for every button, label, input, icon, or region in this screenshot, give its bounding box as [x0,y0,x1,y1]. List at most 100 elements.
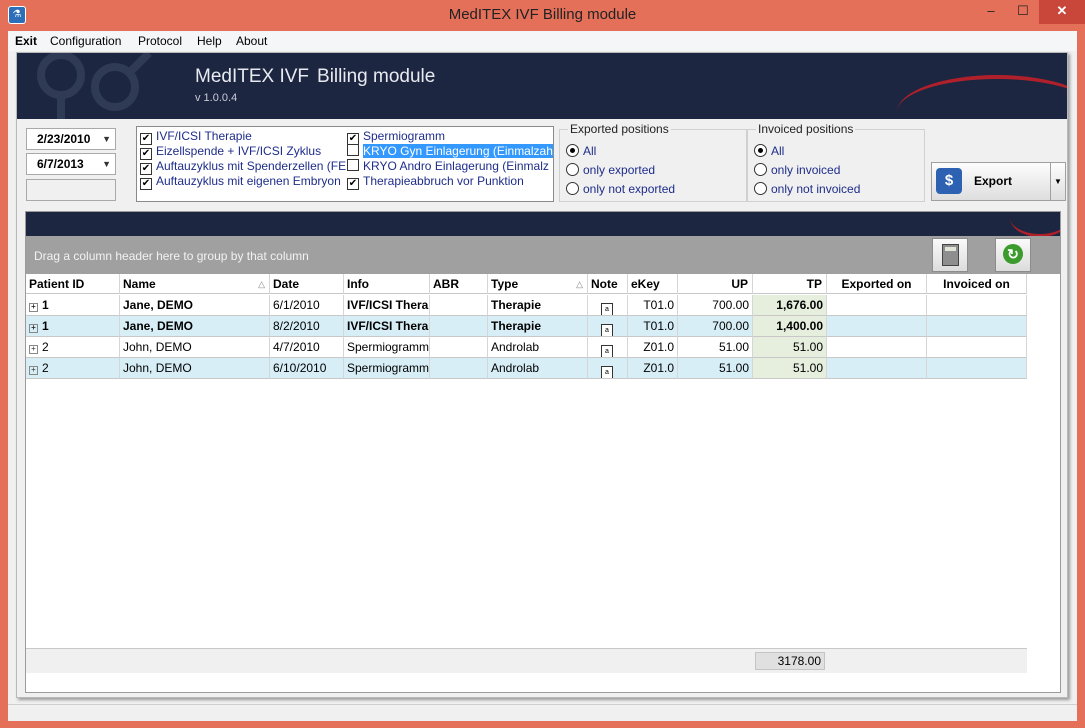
note-icon[interactable]: a [601,303,613,315]
cell-ekey: T01.0 [628,295,678,316]
date-from-picker[interactable]: 2/23/2010 ▼ [26,128,116,150]
menu-about[interactable]: About [236,34,267,48]
menu-help[interactable]: Help [197,34,222,48]
cell-abr [430,295,488,316]
col-header-tp[interactable]: TP [753,274,827,294]
cell-exported-on [827,316,927,337]
cell-name: John, DEMO [120,337,270,358]
menu-configuration[interactable]: Configuration [50,34,121,48]
radio-exported-all[interactable]: All [566,144,596,158]
radio-icon[interactable] [754,182,767,195]
radio-label: only not exported [583,182,676,196]
note-icon[interactable]: a [601,324,613,336]
expand-icon[interactable]: + [29,324,38,333]
radio-only-not-invoiced[interactable]: only not invoiced [754,182,860,196]
cell-ekey: Z01.0 [628,358,678,379]
radio-icon[interactable] [754,163,767,176]
table-row[interactable]: +2 John, DEMO 6/10/2010 Spermiogramm And… [26,358,1027,379]
tp-total: 3178.00 [755,652,825,670]
checkbox-label: IVF/ICSI Therapie [156,129,252,143]
close-button[interactable]: ✕ [1039,0,1085,24]
cell-info: IVF/ICSI Therapie [344,316,430,337]
export-button[interactable]: $ Export [931,162,1051,201]
col-header-name-label: Name [123,277,156,291]
col-header-note[interactable]: Note [588,274,628,294]
checkbox-label: KRYO Andro Einlagerung (Einmalz [363,159,549,173]
cell-name: Jane, DEMO [120,316,270,337]
table-row[interactable]: +2 John, DEMO 4/7/2010 Spermiogramm Andr… [26,337,1027,358]
checkbox-label: Auftauzyklus mit eigenen Embryon [156,174,341,188]
radio-selected-icon[interactable] [754,144,767,157]
cell-invoiced-on [927,337,1027,358]
radio-selected-icon[interactable] [566,144,579,157]
expand-icon[interactable]: + [29,345,38,354]
menu-exit[interactable]: Exit [15,34,37,48]
cell-up: 51.00 [678,337,753,358]
col-header-up[interactable]: UP [678,274,753,294]
checkbox-check-icon[interactable]: ✔ [347,178,359,190]
col-header-name[interactable]: Name △ [120,274,270,294]
checkbox-ivf-icsi-therapie[interactable]: ✔ IVF/ICSI Therapie [140,129,346,145]
radio-only-invoiced[interactable]: only invoiced [754,163,840,177]
cell-up: 700.00 [678,316,753,337]
minimize-button[interactable]: – [975,0,1007,24]
checkbox-auftauzyklus-spender[interactable]: ✔ Auftauzyklus mit Spenderzellen (FE [140,159,346,175]
col-header-patient-id[interactable]: Patient ID [26,274,120,294]
col-header-date[interactable]: Date [270,274,344,294]
status-strip [8,704,1077,721]
radio-only-exported[interactable]: only exported [566,163,655,177]
note-icon[interactable]: a [601,345,613,357]
window-title: MedITEX IVF Billing module [448,6,637,23]
radio-only-not-exported[interactable]: only not exported [566,182,675,196]
gender-symbols-logo [37,53,152,119]
cell-type: Therapie [488,295,588,316]
radio-icon[interactable] [566,182,579,195]
checkbox-eizellspende[interactable]: ✔ Eizellspende + IVF/ICSI Zyklus [140,144,346,160]
exported-positions-group: Exported positions All only exported onl… [559,122,747,202]
checkbox-spermiogramm[interactable]: ✔ Spermiogramm [347,129,553,145]
checkbox-label: Eizellspende + IVF/ICSI Zyklus [156,144,322,158]
cell-info: IVF/ICSI Therapie [344,295,430,316]
table-row[interactable]: +1 Jane, DEMO 8/2/2010 IVF/ICSI Therapie… [26,316,1027,337]
group-by-hint: Drag a column header here to group by th… [34,249,309,263]
radio-invoiced-all[interactable]: All [754,144,784,158]
checklist-left-column: ✔ IVF/ICSI Therapie ✔ Eizellspende + IVF/I… [140,129,346,190]
cell-abr [430,316,488,337]
cell-info: Spermiogramm [344,337,430,358]
col-header-type[interactable]: Type △ [488,274,588,294]
date-from-value: 2/23/2010 [37,132,91,146]
note-icon[interactable]: a [601,366,613,378]
cell-tp: 1,400.00 [753,316,827,337]
export-dropdown-button[interactable]: ▼ [1050,162,1066,201]
chevron-down-icon[interactable]: ▼ [102,129,111,149]
menu-protocol[interactable]: Protocol [138,34,182,48]
maximize-button[interactable]: ☐ [1007,0,1039,24]
expand-icon[interactable]: + [29,303,38,312]
radio-icon[interactable] [566,163,579,176]
group-by-area[interactable]: Drag a column header here to group by th… [26,236,1060,274]
chevron-down-icon[interactable]: ▼ [102,154,111,174]
col-header-exported-on[interactable]: Exported on [827,274,927,294]
date-to-picker[interactable]: 6/7/2013 ▼ [26,153,116,175]
checkbox-therapieabbruch[interactable]: ✔ Therapieabbruch vor Punktion [347,174,553,190]
checkbox-check-icon[interactable]: ✔ [140,178,152,190]
checkbox-kryo-andro[interactable]: KRYO Andro Einlagerung (Einmalz [347,159,553,174]
radio-label: only exported [583,163,656,177]
cell-note: a [588,316,628,337]
col-header-ekey[interactable]: eKey [628,274,678,294]
calculator-button[interactable] [932,238,968,272]
checkbox-empty[interactable] [347,144,359,156]
grid-footer: 3178.00 [26,648,1027,673]
checkbox-label: KRYO Gyn Einlagerung (Einmalzah [363,144,553,158]
table-row[interactable]: +1 Jane, DEMO 6/1/2010 IVF/ICSI Therapie… [26,295,1027,316]
refresh-button[interactable]: ↻ [995,238,1031,272]
col-header-invoiced-on[interactable]: Invoiced on [927,274,1027,294]
col-header-abr[interactable]: ABR [430,274,488,294]
expand-icon[interactable]: + [29,366,38,375]
checkbox-kryo-gyn[interactable]: KRYO Gyn Einlagerung (Einmalzah [347,144,553,159]
checkbox-auftauzyklus-eigen[interactable]: ✔ Auftauzyklus mit eigenen Embryon [140,174,346,190]
col-header-info[interactable]: Info [344,274,430,294]
menu-bar: Exit Configuration Protocol Help About [8,31,1077,51]
cell-patient-id: +1 [26,295,120,316]
checkbox-empty[interactable] [347,159,359,171]
